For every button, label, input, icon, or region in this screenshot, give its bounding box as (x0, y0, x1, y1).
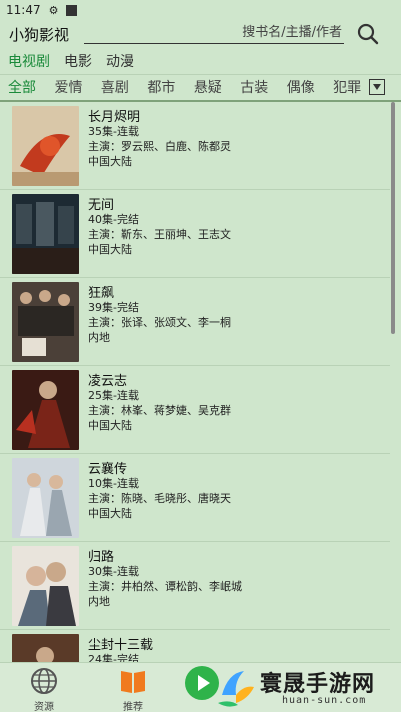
show-episodes: 24集-完结 (88, 653, 139, 662)
show-region: 内地 (88, 331, 110, 344)
show-episodes: 30集-连载 (88, 565, 139, 578)
genre-idol[interactable]: 偶像 (287, 77, 315, 97)
show-list: 长月烬明 35集-连载 主演：罗云熙、白鹿、陈都灵 中国大陆 无间 40集-完结… (0, 102, 401, 662)
show-cast: 主演：陈晓、毛晓彤、唐晓天 (88, 492, 231, 505)
show-episodes: 25集-连载 (88, 389, 139, 402)
show-region: 中国大陆 (88, 507, 132, 520)
category-tabs: 电视剧 电影 动漫 (0, 49, 401, 73)
show-cast: 主演：张译、张颂文、李一桐 (88, 316, 231, 329)
watermark-url: huan-sun.com (282, 695, 367, 706)
list-item[interactable]: 云襄传 10集-连载 主演：陈晓、毛晓彤、唐晓天 中国大陆 (0, 454, 390, 542)
settings-status-icon: ⚙ (48, 3, 59, 17)
show-cast: 主演：井柏然、谭松韵、李岷城 (88, 580, 242, 593)
tab-anime[interactable]: 动漫 (106, 51, 134, 71)
status-time: 11:47 (6, 3, 41, 17)
show-episodes: 40集-完结 (88, 213, 139, 226)
status-bar: 11:47 ⚙ (0, 0, 401, 20)
list-item[interactable]: 狂飙 39集-完结 主演：张译、张颂文、李一桐 内地 (0, 278, 390, 366)
show-episodes: 35集-连载 (88, 125, 139, 138)
header: 小狗影视 (0, 20, 401, 48)
list-scrollbar[interactable] (391, 102, 395, 657)
chevron-down-icon (373, 84, 381, 90)
notification-status-icon (66, 4, 78, 16)
show-episodes: 10集-连载 (88, 477, 139, 490)
poster-image (12, 458, 79, 538)
genre-crime[interactable]: 犯罪 (333, 77, 361, 97)
list-item[interactable]: 尘封十三载 24集-完结 (0, 630, 390, 662)
show-region: 中国大陆 (88, 155, 132, 168)
poster-image (12, 106, 79, 186)
poster-image (12, 546, 79, 626)
list-item[interactable]: 归路 30集-连载 主演：井柏然、谭松韵、李岷城 内地 (0, 542, 390, 630)
site-watermark: 寰晟手游网 huan-sun.com (212, 662, 401, 712)
show-episodes: 39集-完结 (88, 301, 139, 314)
genre-list: 全部 爱情 喜剧 都市 悬疑 古装 偶像 犯罪 历史 (8, 77, 363, 99)
category-divider (0, 74, 401, 75)
nav-resources[interactable]: 资源 (14, 663, 74, 712)
tab-tv-series[interactable]: 电视剧 (8, 51, 50, 71)
watermark-logo-icon (218, 671, 254, 707)
poster-image (12, 282, 79, 362)
nav-recommend[interactable]: 推荐 (103, 663, 163, 712)
genre-comedy[interactable]: 喜剧 (101, 77, 129, 97)
poster-image (12, 634, 79, 662)
globe-icon (31, 668, 57, 694)
list-item[interactable]: 无间 40集-完结 主演：靳东、王丽坤、王志文 中国大陆 (0, 190, 390, 278)
tab-movies[interactable]: 电影 (64, 51, 92, 71)
list-item[interactable]: 长月烬明 35集-连载 主演：罗云熙、白鹿、陈都灵 中国大陆 (0, 102, 390, 190)
genre-suspense[interactable]: 悬疑 (194, 77, 222, 97)
search-button[interactable] (354, 20, 382, 48)
show-cast: 主演：靳东、王丽坤、王志文 (88, 228, 231, 241)
genre-filter-bar: 全部 爱情 喜剧 都市 悬疑 古装 偶像 犯罪 历史 (0, 77, 401, 99)
nav-resources-label: 资源 (34, 702, 54, 712)
show-region: 内地 (88, 595, 110, 608)
app-title: 小狗影视 (9, 26, 70, 44)
poster-image (12, 370, 79, 450)
book-icon (121, 671, 145, 693)
genre-urban[interactable]: 都市 (147, 77, 175, 97)
genre-all[interactable]: 全部 (8, 77, 36, 97)
scrollbar-thumb[interactable] (391, 102, 395, 334)
search-input[interactable] (84, 22, 344, 44)
search-icon (357, 23, 379, 45)
show-cast: 主演：罗云熙、白鹿、陈都灵 (88, 140, 231, 153)
show-cast: 主演：林峯、蒋梦婕、吴克群 (88, 404, 231, 417)
watermark-brand: 寰晟手游网 (260, 671, 376, 697)
nav-recommend-label: 推荐 (123, 702, 143, 712)
list-item[interactable]: 凌云志 25集-连载 主演：林峯、蒋梦婕、吴克群 中国大陆 (0, 366, 390, 454)
genre-costume[interactable]: 古装 (240, 77, 268, 97)
show-region: 中国大陆 (88, 419, 132, 432)
show-region: 中国大陆 (88, 243, 132, 256)
genre-dropdown-button[interactable] (369, 79, 385, 95)
genre-romance[interactable]: 爱情 (54, 77, 82, 97)
poster-image (12, 194, 79, 274)
